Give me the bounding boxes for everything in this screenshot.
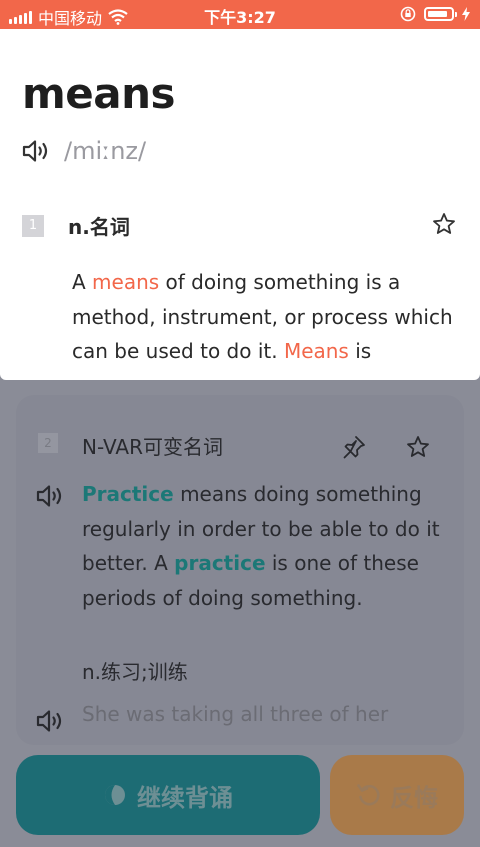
- speaker-icon[interactable]: [36, 483, 66, 509]
- highlighted-word: practice: [174, 551, 266, 575]
- translation: n.练习;训练: [82, 660, 188, 684]
- charging-icon: [462, 7, 470, 21]
- pin-icon[interactable]: [342, 435, 366, 461]
- highlighted-word: Means: [283, 339, 349, 363]
- phonetic: /miːnz/: [64, 137, 147, 165]
- undo-label: 反悔: [390, 783, 438, 812]
- headword: means: [22, 69, 176, 118]
- part-of-speech: n.名词: [68, 215, 130, 239]
- lock-rotation-icon: [400, 6, 416, 22]
- pronunciation-row: /miːnz/: [22, 137, 146, 165]
- continue-button[interactable]: 继续背诵: [16, 755, 320, 835]
- speaker-icon[interactable]: [22, 138, 52, 164]
- star-icon[interactable]: [432, 212, 456, 236]
- battery-icon: [424, 7, 457, 21]
- part-of-speech: N-VAR可变名词: [82, 435, 223, 459]
- example-sentence: She was taking all three of her: [82, 702, 389, 726]
- leaf-icon: [105, 785, 125, 805]
- highlighted-word: means: [92, 270, 160, 294]
- speaker-icon[interactable]: [36, 708, 66, 734]
- highlighted-word: Practice: [82, 482, 174, 506]
- undo-button[interactable]: 反悔: [330, 755, 464, 835]
- sense-number: 2: [38, 433, 58, 453]
- undo-icon: [357, 784, 380, 806]
- sense-card-2: 2 N-VAR可变名词 Practice means doing somethi…: [16, 395, 464, 745]
- status-bar: 中国移动 下午3:27: [0, 0, 480, 29]
- continue-label: 继续背诵: [137, 783, 233, 812]
- sense-number: 1: [22, 215, 44, 237]
- word-card: means /miːnz/ 1 n.名词 A means of doing so…: [0, 29, 480, 380]
- star-icon[interactable]: [406, 435, 430, 459]
- definition-text: A means of doing something is a method, …: [72, 270, 453, 363]
- definition-text: Practice means doing something regularly…: [82, 482, 440, 610]
- status-right: [400, 6, 470, 22]
